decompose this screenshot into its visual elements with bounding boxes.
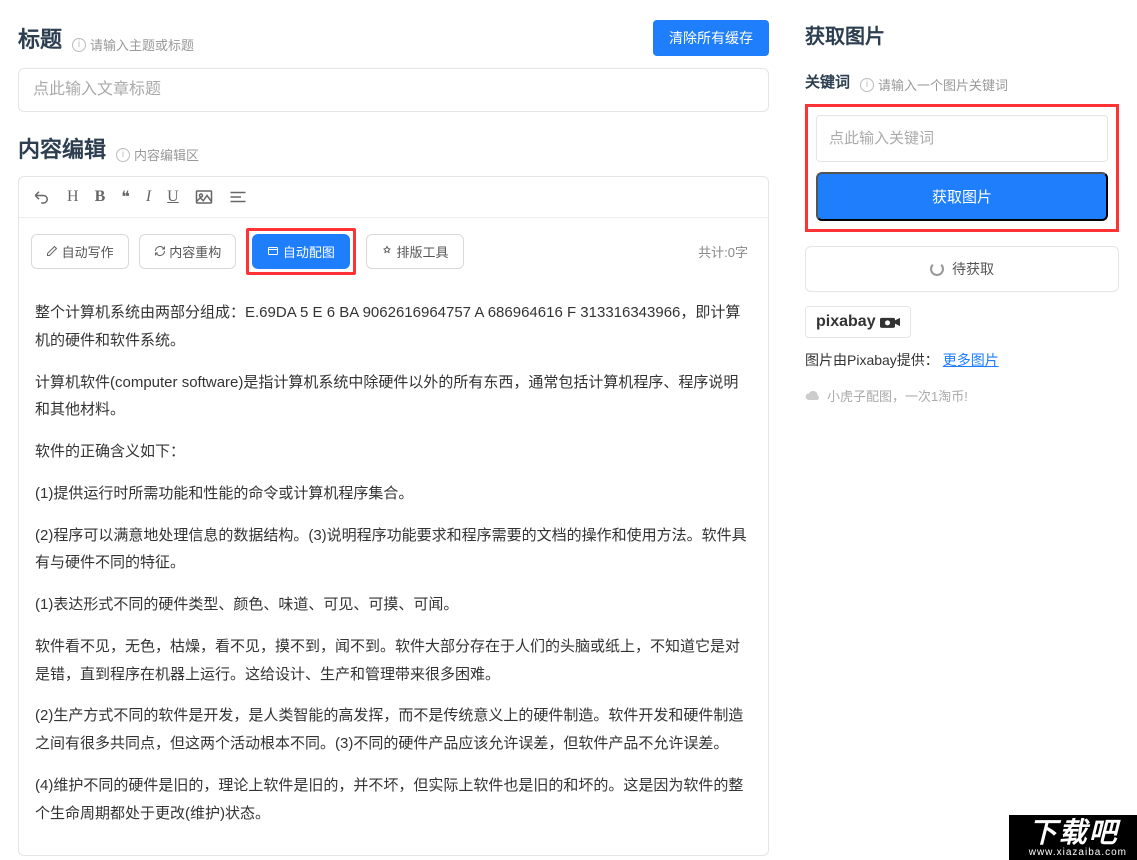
article-title-input[interactable]	[18, 68, 769, 112]
editor-content[interactable]: 整个计算机系统由两部分组成：E.69DA 5 E 6 BA 9062616964…	[19, 285, 768, 855]
quote-icon[interactable]: ❝	[121, 187, 130, 207]
info-icon: i	[116, 148, 130, 162]
editor-section-label: 内容编辑	[18, 132, 106, 164]
paragraph: (1)表达形式不同的硬件类型、颜色、味道、可见、可摸、可闻。	[35, 591, 752, 619]
paragraph: 整个计算机系统由两部分组成：E.69DA 5 E 6 BA 9062616964…	[35, 299, 752, 355]
undo-icon[interactable]	[33, 188, 51, 206]
action-toolbar: 自动写作 内容重构 自动配图 排版工具 共计:0字	[19, 218, 768, 285]
main-panel: 标题 i 请输入主题或标题 清除所有缓存 内容编辑 i 内容编辑区	[0, 0, 787, 860]
underline-icon[interactable]: U	[167, 188, 179, 206]
auto-write-button[interactable]: 自动写作	[31, 234, 129, 269]
word-count: 共计:0字	[698, 242, 748, 261]
paragraph: 软件的正确含义如下：	[35, 438, 752, 466]
layout-tool-button[interactable]: 排版工具	[366, 234, 464, 269]
title-hint: i 请输入主题或标题	[72, 35, 194, 54]
paragraph: 软件看不见，无色，枯燥，看不见，摸不到，闻不到。软件大部分存在于人们的头脑或纸上…	[35, 633, 752, 689]
info-icon: i	[860, 78, 874, 92]
bold-icon[interactable]: B	[95, 188, 106, 206]
restructure-button[interactable]: 内容重构	[139, 234, 237, 269]
provider-line: 图片由Pixabay提供： 更多图片	[805, 350, 1119, 370]
get-image-title: 获取图片	[805, 20, 1119, 49]
cost-note: 小虎子配图，一次1淘币!	[805, 386, 1119, 405]
paragraph: 计算机软件(computer software)是指计算机系统中除硬件以外的所有…	[35, 369, 752, 425]
camera-icon	[880, 315, 900, 329]
more-images-link[interactable]: 更多图片	[943, 352, 999, 368]
keyword-input[interactable]	[816, 115, 1108, 162]
highlight-auto-image: 自动配图	[246, 228, 356, 275]
editor-header: 内容编辑 i 内容编辑区	[18, 132, 769, 164]
info-icon: i	[72, 38, 86, 52]
watermark: 下载吧 www.xiazaiba.com	[1009, 815, 1137, 860]
title-header: 标题 i 请输入主题或标题 清除所有缓存	[18, 20, 769, 56]
editor-hint: i 内容编辑区	[116, 145, 199, 164]
highlight-keyword-box: 获取图片	[805, 104, 1119, 232]
heading-icon[interactable]: H	[67, 188, 79, 206]
paragraph: (4)维护不同的硬件是旧的，理论上软件是旧的，并不坏，但实际上软件也是旧的和坏的…	[35, 772, 752, 828]
pixabay-badge: pixabay	[805, 306, 911, 338]
auto-image-button[interactable]: 自动配图	[252, 234, 350, 269]
image-icon[interactable]	[195, 189, 213, 205]
paragraph: (1)提供运行时所需功能和性能的命令或计算机程序集合。	[35, 480, 752, 508]
align-icon[interactable]	[229, 190, 247, 204]
paragraph: (2)程序可以满意地处理信息的数据结构。(3)说明程序功能要求和程序需要的文档的…	[35, 522, 752, 578]
italic-icon[interactable]: I	[146, 188, 151, 206]
keyword-hint: i 请输入一个图片关键词	[860, 75, 1008, 94]
get-image-button[interactable]: 获取图片	[816, 172, 1108, 221]
spinner-icon	[930, 262, 944, 276]
title-section-label: 标题	[18, 22, 62, 54]
format-toolbar: H B ❝ I U	[19, 177, 768, 218]
keyword-label: 关键词	[805, 71, 850, 92]
cloud-icon	[805, 390, 821, 402]
paragraph: (2)生产方式不同的软件是开发，是人类智能的高发挥，而不是传统意义上的硬件制造。…	[35, 702, 752, 758]
editor-panel: H B ❝ I U 自动写作 内容重构	[18, 176, 769, 856]
fetch-status-button[interactable]: 待获取	[805, 246, 1119, 292]
clear-cache-button[interactable]: 清除所有缓存	[653, 20, 769, 56]
sidebar-panel: 获取图片 关键词 i 请输入一个图片关键词 获取图片 待获取 pixabay 图…	[787, 0, 1137, 860]
